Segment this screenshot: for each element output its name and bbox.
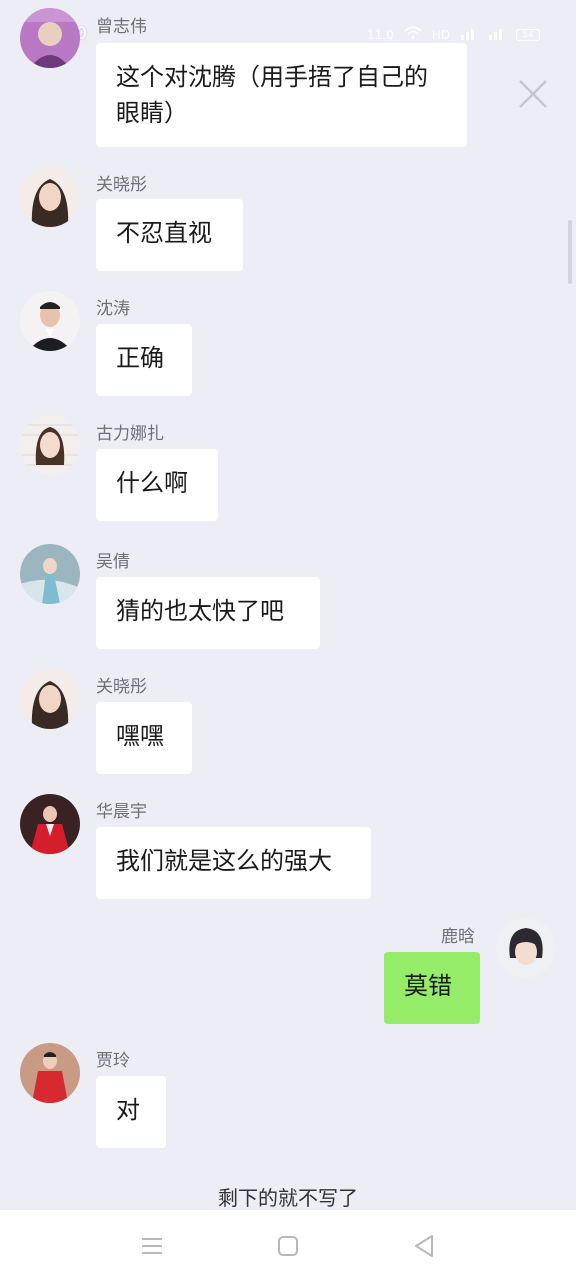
avatar[interactable]	[20, 8, 80, 68]
message-bubble[interactable]: 猜的也太快了吧	[96, 577, 320, 649]
avatar[interactable]	[20, 794, 80, 854]
message-bubble[interactable]: 什么啊	[96, 449, 218, 521]
scrollbar[interactable]	[568, 220, 572, 284]
network-speed: 11.0	[367, 27, 394, 42]
message-bubble-self[interactable]: 莫错	[384, 952, 480, 1024]
signal-icon	[460, 26, 478, 43]
menu-icon	[142, 1238, 162, 1254]
sender-name: 曾志伟	[96, 17, 147, 37]
home-square-icon	[278, 1236, 298, 1256]
message-bubble[interactable]: 不忍直视	[96, 199, 243, 271]
network-label: HD	[431, 27, 450, 42]
status-bar: 23:10 11.0 HD 54	[0, 0, 576, 44]
sender-name: 关晓彤	[96, 677, 147, 697]
avatar[interactable]	[20, 167, 80, 227]
avatar[interactable]	[496, 918, 556, 978]
sender-name: 关晓彤	[96, 175, 147, 195]
signal-icon-2	[488, 26, 506, 43]
message-bubble[interactable]: 嘿嘿	[96, 702, 192, 774]
nav-home-button[interactable]	[274, 1232, 302, 1260]
footer-note: 剩下的就不写了	[218, 1186, 358, 1210]
battery-icon: 54	[516, 28, 540, 41]
status-icons: 11.0 HD 54	[367, 26, 540, 43]
sender-name: 华晨宇	[96, 802, 147, 822]
avatar[interactable]	[20, 415, 80, 475]
close-button[interactable]	[515, 76, 551, 112]
nav-back-button[interactable]	[410, 1232, 438, 1260]
back-triangle-icon	[415, 1235, 433, 1257]
avatar[interactable]	[20, 544, 80, 604]
message-bubble[interactable]: 这个对沈腾（用手捂了自己的眼睛）	[96, 43, 467, 147]
sender-name: 贾玲	[96, 1051, 130, 1071]
avatar[interactable]	[20, 669, 80, 729]
sender-name: 吴倩	[96, 552, 130, 572]
message-bubble[interactable]: 我们就是这么的强大	[96, 827, 371, 899]
message-bubble[interactable]: 正确	[96, 324, 192, 396]
avatar[interactable]	[20, 1043, 80, 1103]
nav-menu-button[interactable]	[138, 1232, 166, 1260]
wifi-icon	[404, 26, 422, 43]
message-bubble[interactable]: 对	[96, 1076, 166, 1148]
sender-name: 鹿晗	[441, 927, 475, 947]
avatar[interactable]	[20, 291, 80, 351]
system-nav-bar	[0, 1210, 576, 1280]
close-icon	[519, 80, 547, 108]
sender-name: 沈涛	[96, 299, 130, 319]
sender-name: 古力娜扎	[96, 424, 164, 444]
